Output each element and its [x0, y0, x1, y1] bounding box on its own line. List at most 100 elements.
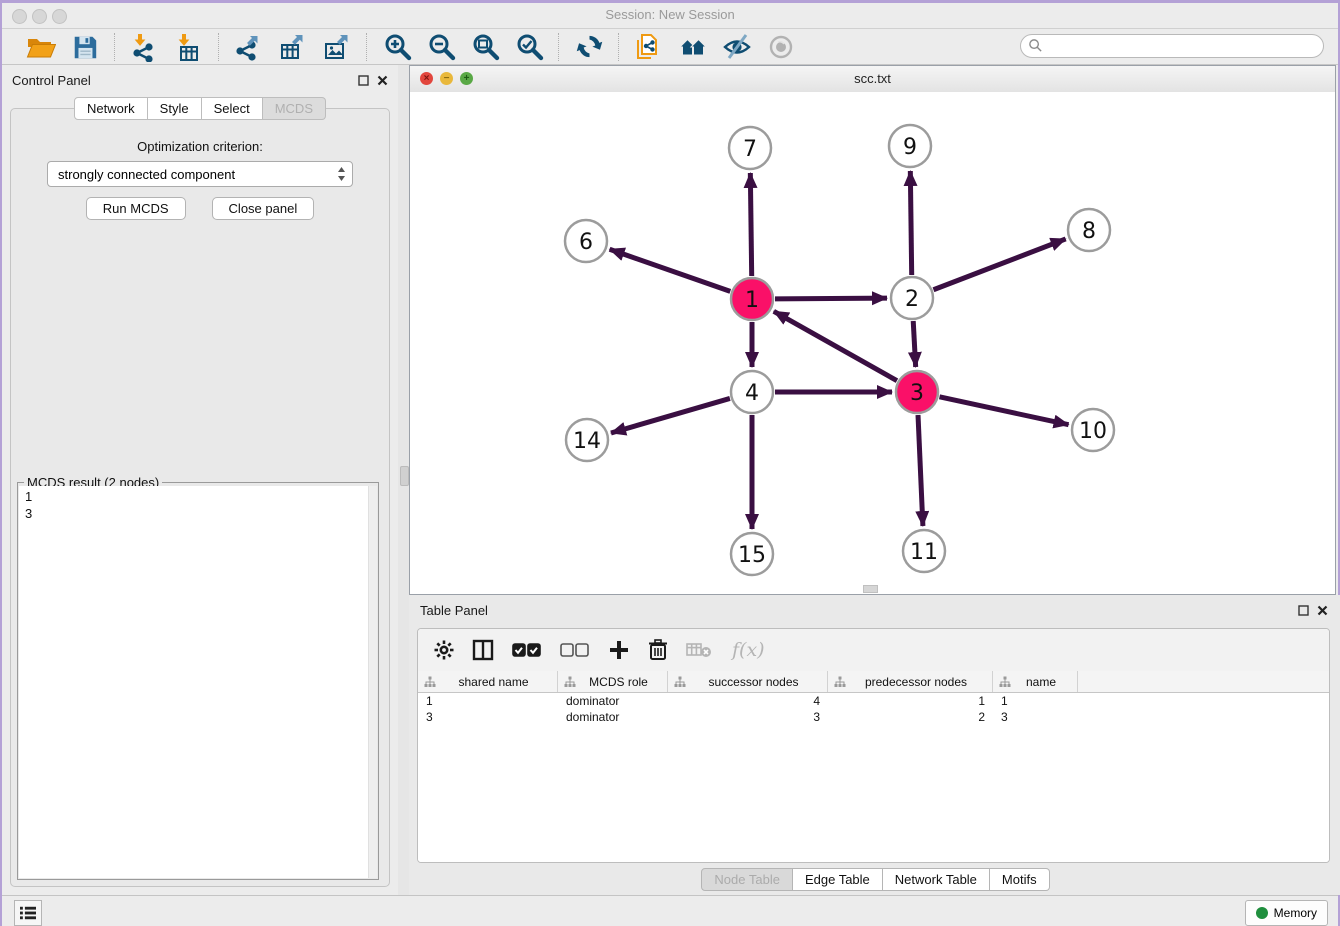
node-2[interactable]: 2 [891, 277, 933, 319]
table-cell[interactable]: 1 [828, 693, 993, 709]
panel-splitter[interactable] [398, 65, 409, 895]
table-cell[interactable]: 3 [993, 709, 1078, 725]
table-row[interactable]: 3dominator323 [418, 709, 1329, 725]
show-columns-icon[interactable] [472, 639, 494, 661]
table-cell[interactable]: 1 [418, 693, 558, 709]
edge-1-2[interactable] [775, 298, 887, 299]
column-header-successor-nodes[interactable]: successor nodes [668, 671, 828, 692]
import-table-icon[interactable] [174, 32, 204, 62]
table-row[interactable]: 1dominator411 [418, 693, 1329, 709]
network-view-title: scc.txt [410, 71, 1335, 86]
column-tree-icon [674, 676, 686, 688]
zoom-in-icon[interactable] [382, 32, 412, 62]
edge-3-10[interactable] [939, 397, 1068, 425]
select-stepper-icon [337, 165, 346, 186]
zoom-selected-icon[interactable] [514, 32, 544, 62]
node-15[interactable]: 15 [731, 533, 773, 575]
edge-1-7[interactable] [750, 173, 751, 276]
table-cell[interactable]: 1 [993, 693, 1078, 709]
edge-3-11[interactable] [918, 415, 923, 526]
network-canvas[interactable]: 7 9 6 8 1 2 4 3 14 10 15 11 [410, 92, 1335, 594]
network-graph[interactable]: 7 9 6 8 1 2 4 3 14 10 15 11 [410, 92, 1335, 594]
function-builder-icon: f(x) [730, 638, 764, 662]
float-table-panel-icon[interactable] [1298, 603, 1309, 621]
edge-1-6[interactable] [610, 249, 731, 291]
node-14[interactable]: 14 [566, 419, 608, 461]
task-history-button[interactable] [14, 900, 42, 926]
edge-3-1[interactable] [774, 311, 897, 380]
view-resize-handle[interactable] [863, 585, 878, 593]
edge-2-3[interactable] [913, 321, 915, 367]
node-8[interactable]: 8 [1068, 209, 1110, 251]
deselect-all-columns-icon[interactable] [560, 640, 590, 660]
clone-network-icon[interactable] [634, 32, 664, 62]
criterion-select[interactable]: strongly connected component [47, 161, 353, 187]
first-neighbors-icon[interactable] [678, 32, 708, 62]
svg-text:9: 9 [903, 135, 917, 160]
node-11[interactable]: 11 [903, 530, 945, 572]
column-header-MCDS-role[interactable]: MCDS role [558, 671, 668, 692]
tab-network-table[interactable]: Network Table [883, 868, 990, 891]
show-graphics-icon[interactable] [766, 32, 796, 62]
tab-mcds[interactable]: MCDS [263, 97, 326, 120]
tab-style[interactable]: Style [148, 97, 202, 120]
open-file-icon[interactable] [26, 32, 56, 62]
tab-edge-table[interactable]: Edge Table [793, 868, 883, 891]
table-cell[interactable]: 4 [668, 693, 828, 709]
result-scrollbar[interactable] [368, 486, 377, 878]
toolbar-group [368, 32, 558, 62]
save-session-icon[interactable] [70, 32, 100, 62]
add-column-icon[interactable] [608, 639, 630, 661]
column-tree-icon [834, 676, 846, 688]
export-image-icon[interactable] [322, 32, 352, 62]
app-frame: Session: New Session Control Panel Netwo… [0, 0, 1340, 926]
tab-network[interactable]: Network [74, 97, 148, 120]
tab-motifs[interactable]: Motifs [990, 868, 1050, 891]
close-panel-button[interactable]: Close panel [212, 197, 315, 220]
edge-2-8[interactable] [933, 239, 1065, 290]
node-7[interactable]: 7 [729, 127, 771, 169]
network-window-titlebar[interactable]: × − + scc.txt [410, 66, 1335, 93]
export-table-icon[interactable] [278, 32, 308, 62]
mcds-result-text[interactable]: 1 3 [19, 486, 369, 878]
column-header-name[interactable]: name [993, 671, 1078, 692]
table-cell[interactable]: dominator [558, 693, 668, 709]
column-header-predecessor-nodes[interactable]: predecessor nodes [828, 671, 993, 692]
close-table-panel-icon[interactable] [1317, 603, 1328, 621]
import-network-icon[interactable] [130, 32, 160, 62]
toolbar-group [12, 32, 114, 62]
edge-4-14[interactable] [611, 398, 730, 433]
edge-2-9[interactable] [910, 171, 911, 275]
node-9[interactable]: 9 [889, 125, 931, 167]
tab-select[interactable]: Select [202, 97, 263, 120]
node-6[interactable]: 6 [565, 220, 607, 262]
hide-graphics-icon[interactable] [722, 32, 752, 62]
table-cell[interactable]: 2 [828, 709, 993, 725]
memory-button[interactable]: Memory [1245, 900, 1328, 926]
node-3[interactable]: 3 [896, 371, 938, 413]
search-input[interactable] [1020, 34, 1324, 58]
float-panel-icon[interactable] [358, 73, 369, 91]
zoom-fit-icon[interactable] [470, 32, 500, 62]
column-header-shared-name[interactable]: shared name [418, 671, 558, 692]
svg-text:8: 8 [1082, 219, 1096, 244]
splitter-handle[interactable] [400, 466, 409, 486]
node-4[interactable]: 4 [731, 371, 773, 413]
tab-node-table[interactable]: Node Table [701, 868, 793, 891]
table-settings-icon[interactable] [434, 640, 454, 660]
control-panel-tabs: NetworkStyleSelectMCDS [2, 97, 398, 120]
close-panel-icon[interactable] [377, 73, 388, 91]
svg-text:15: 15 [738, 543, 766, 568]
delete-column-icon[interactable] [648, 639, 668, 661]
table-cell[interactable]: dominator [558, 709, 668, 725]
node-1[interactable]: 1 [731, 278, 773, 320]
svg-text:10: 10 [1079, 419, 1107, 444]
refresh-layout-icon[interactable] [574, 32, 604, 62]
select-all-columns-icon[interactable] [512, 640, 542, 660]
node-10[interactable]: 10 [1072, 409, 1114, 451]
table-cell[interactable]: 3 [668, 709, 828, 725]
zoom-out-icon[interactable] [426, 32, 456, 62]
table-cell[interactable]: 3 [418, 709, 558, 725]
export-network-icon[interactable] [234, 32, 264, 62]
run-mcds-button[interactable]: Run MCDS [86, 197, 186, 220]
